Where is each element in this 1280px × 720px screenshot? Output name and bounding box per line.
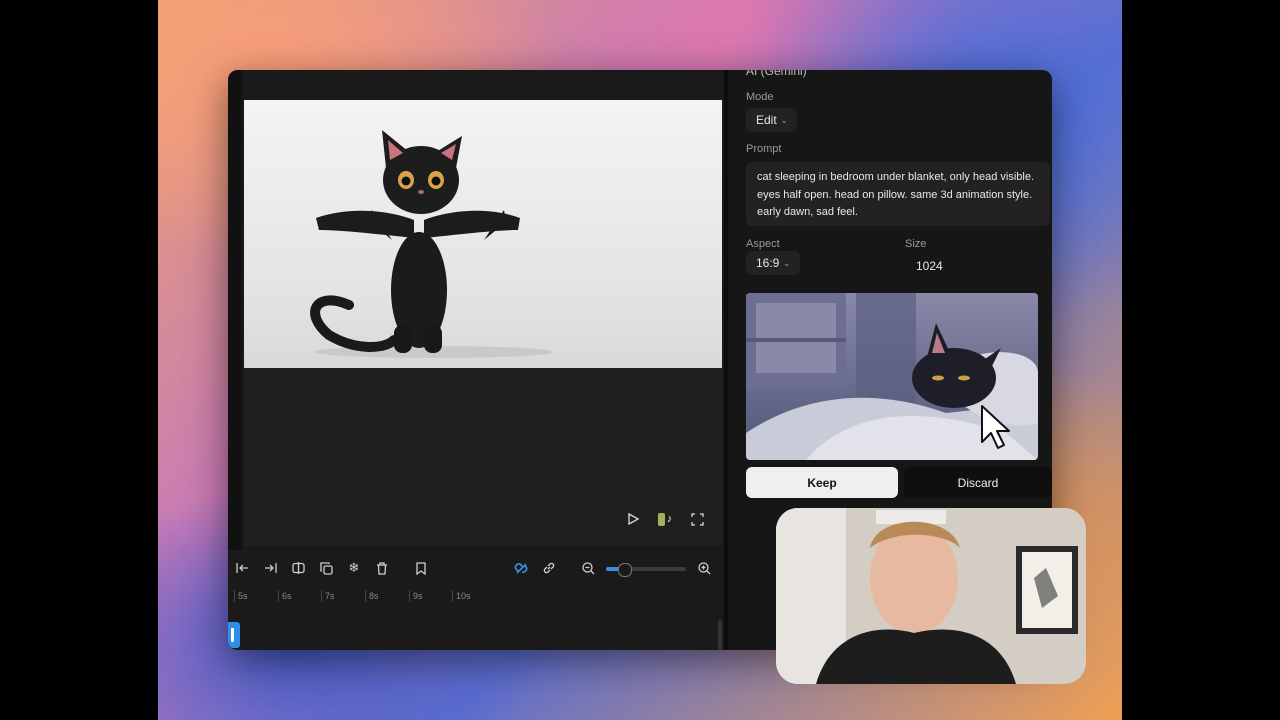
mode-value: Edit: [756, 113, 777, 127]
chevron-down-icon: ⌄: [783, 258, 791, 268]
timeline-clip[interactable]: [228, 622, 240, 648]
timeline-ruler[interactable]: 5s 6s 7s 8s 9s 10s: [228, 586, 724, 606]
video-preview: ♪: [244, 100, 722, 546]
zoom-in-icon[interactable]: [694, 558, 714, 578]
bookmark-icon[interactable]: [411, 558, 431, 578]
size-input[interactable]: 1024: [916, 259, 943, 273]
trash-icon[interactable]: [372, 558, 392, 578]
link-icon[interactable]: [539, 558, 559, 578]
left-sidebar-edge: [228, 70, 242, 550]
play-icon[interactable]: [624, 510, 642, 528]
aspect-label: Aspect: [746, 238, 780, 250]
ruler-tick: 5s: [234, 590, 248, 602]
section-title: AI (Gemini): [746, 70, 807, 78]
ruler-tick: 9s: [409, 590, 423, 602]
skip-start-icon[interactable]: [232, 558, 252, 578]
ruler-tick: 10s: [452, 590, 471, 602]
clip-handle[interactable]: [231, 628, 234, 642]
prompt-label: Prompt: [746, 143, 782, 155]
duplicate-icon[interactable]: [316, 558, 336, 578]
freeze-icon[interactable]: ❄: [344, 558, 364, 578]
mouse-cursor-icon: [981, 405, 1010, 449]
size-label: Size: [905, 238, 927, 250]
zoom-slider[interactable]: [606, 563, 686, 577]
ruler-tick: 6s: [278, 590, 292, 602]
zoom-out-icon[interactable]: [578, 558, 598, 578]
timeline-toolbar: ❄: [228, 556, 724, 580]
mode-label: Mode: [746, 91, 774, 103]
magnet-icon[interactable]: [511, 558, 531, 578]
mode-dropdown[interactable]: Edit ⌄: [746, 108, 798, 132]
tiktok-icon[interactable]: ♪: [656, 510, 674, 528]
timeline-scrollbar[interactable]: [718, 620, 722, 650]
aspect-value: 16:9: [756, 256, 780, 270]
aspect-swatch: [657, 512, 665, 526]
ruler-tick: 7s: [321, 590, 335, 602]
left-pane: ♪ ❄ 5s 6s 7s 8s 9s 10s: [228, 70, 724, 650]
zoom-slider-knob[interactable]: [617, 563, 632, 577]
chevron-down-icon: ⌄: [780, 115, 788, 125]
skip-end-icon[interactable]: [260, 558, 280, 578]
aspect-dropdown[interactable]: 16:9 ⌄: [746, 251, 801, 275]
preview-frame-image: [244, 100, 722, 368]
discard-button[interactable]: Discard: [904, 467, 1052, 498]
keep-button[interactable]: Keep: [746, 467, 898, 498]
webcam-overlay: [776, 508, 1086, 684]
ruler-tick: 8s: [365, 590, 379, 602]
split-icon[interactable]: [288, 558, 308, 578]
prompt-textarea[interactable]: cat sleeping in bedroom under blanket, o…: [746, 162, 1050, 226]
fullscreen-icon[interactable]: [688, 510, 706, 528]
player-controls: ♪: [624, 510, 706, 528]
